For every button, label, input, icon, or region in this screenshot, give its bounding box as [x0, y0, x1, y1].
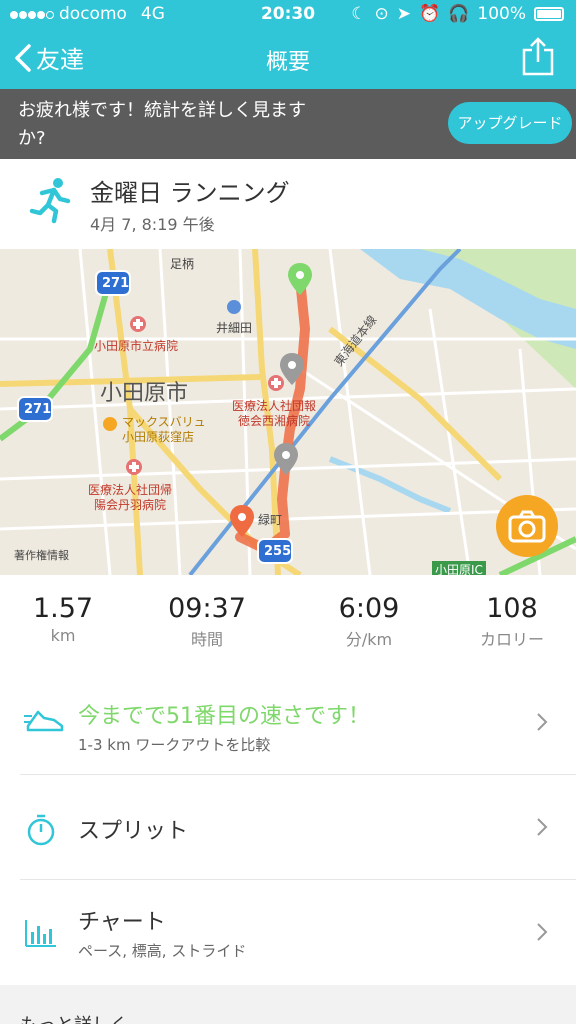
route-label-271b: 271	[24, 402, 52, 417]
list-item-chart[interactable]: チャート ペース, 標高, ストライド	[0, 880, 576, 985]
map-credit-link[interactable]: 著作権情報	[14, 547, 69, 563]
chart-sub: ペース, 標高, ストライド	[78, 942, 247, 960]
stopwatch-icon	[24, 813, 58, 851]
route-label-271a: 271	[102, 276, 130, 291]
more-details-section: もっと詳しく	[0, 985, 576, 1024]
map-label-ic: 小田原IC	[432, 561, 486, 575]
start-pin-icon	[288, 263, 312, 295]
bar-chart-icon	[24, 918, 58, 952]
compare-text: 今までで51番目の速さです！ 1-3 km ワークアウトを比較	[78, 698, 370, 755]
chevron-right-icon	[536, 922, 548, 946]
status-right: ☾ ⊙ ➤ ⏰ 🎧 100%	[351, 4, 564, 24]
chart-text: チャート ペース, 標高, ストライド	[78, 904, 246, 961]
stat-duration-unit: 時間	[190, 630, 223, 649]
map-label-hospital3b: 陽会丹羽病院	[94, 498, 167, 512]
stat-pace: 6:09 分/km	[304, 593, 434, 650]
alarm-icon: ⏰	[419, 4, 441, 24]
stat-duration: 09:37 時間	[142, 593, 272, 650]
activity-date: 4月 7, 8:19 午後	[90, 215, 215, 234]
camera-button[interactable]	[496, 495, 558, 557]
stat-calories: 108 カロリー	[447, 593, 576, 650]
compare-sub: 1-3 km ワークアウトを比較	[78, 736, 271, 754]
compare-main: 今までで51番目の速さです！	[78, 704, 370, 729]
stat-duration-value: 09:37	[168, 593, 246, 624]
map-label-station: 緑町	[258, 513, 283, 527]
map-label-ashigara: 足柄	[170, 257, 195, 271]
stat-pace-unit: 分/km	[345, 630, 393, 649]
battery-icon	[534, 7, 564, 21]
nav-bar: 友達 概要	[0, 36, 576, 80]
map-label-hospital1: 小田原市立病院	[94, 339, 179, 353]
activity-title: 金曜日 ランニング	[90, 179, 290, 207]
upgrade-button[interactable]: アップグレード	[448, 102, 572, 144]
chevron-right-icon	[536, 817, 548, 841]
stat-distance-value: 1.57	[32, 593, 94, 624]
stat-calories-value: 108	[486, 593, 538, 624]
rotation-lock-icon: ⊙	[374, 4, 389, 24]
shoe-icon	[24, 706, 64, 740]
share-button[interactable]	[522, 36, 554, 80]
map-label-city: 小田原市	[100, 381, 189, 406]
splits-text: スプリット	[78, 813, 188, 845]
activity-header: 金曜日 ランニング 4月 7, 8:19 午後	[0, 159, 576, 249]
stat-distance: 1.57 km	[0, 593, 128, 645]
upgrade-banner: お疲れ様です！統計を詳しく見ますか? アップグレード	[0, 89, 576, 159]
stat-distance-unit: km	[50, 626, 76, 645]
share-icon	[522, 37, 554, 76]
list-item-splits[interactable]: スプリット	[0, 775, 576, 880]
route-map[interactable]: 271 271 255 足柄 井細田 小田原市立病院 小田原市 医療法人社団報 …	[0, 249, 576, 575]
battery-percent: 100%	[477, 4, 526, 24]
moon-icon: ☾	[351, 4, 367, 24]
map-label-maxvalu2: 小田原荻窪店	[122, 430, 195, 444]
chart-main: チャート	[78, 910, 166, 935]
stat-pace-value: 6:09	[338, 593, 400, 624]
more-details-heading: もっと詳しく	[20, 1011, 128, 1024]
list-item-compare[interactable]: 今までで51番目の速さです！ 1-3 km ワークアウトを比較	[0, 670, 576, 775]
stat-calories-unit: カロリー	[479, 630, 544, 649]
map-label-ihosoda: 井細田	[216, 321, 253, 335]
stats-panel: 1.57 km 09:37 時間 6:09 分/km 108 カロリー	[0, 575, 576, 670]
headphones-icon: 🎧	[448, 4, 470, 24]
page-title: 概要	[265, 50, 310, 75]
location-icon: ➤	[396, 4, 412, 24]
finish-pin-icon	[230, 505, 254, 537]
route-label-255: 255	[264, 544, 292, 559]
chevron-right-icon	[536, 712, 548, 736]
map-label-hospital2b: 徳会西湘病院	[238, 414, 311, 428]
runner-icon	[28, 177, 72, 229]
detail-list: 今までで51番目の速さです！ 1-3 km ワークアウトを比較 スプリット チャ…	[0, 670, 576, 985]
top-bar: docomo 4G 20:30 ☾ ⊙ ➤ ⏰ 🎧 100% 友達 概要	[0, 0, 576, 89]
splits-main: スプリット	[78, 819, 189, 844]
status-bar: docomo 4G 20:30 ☾ ⊙ ➤ ⏰ 🎧 100%	[0, 0, 576, 30]
banner-message: お疲れ様です！統計を詳しく見ますか?	[18, 100, 306, 149]
camera-icon	[508, 510, 546, 543]
